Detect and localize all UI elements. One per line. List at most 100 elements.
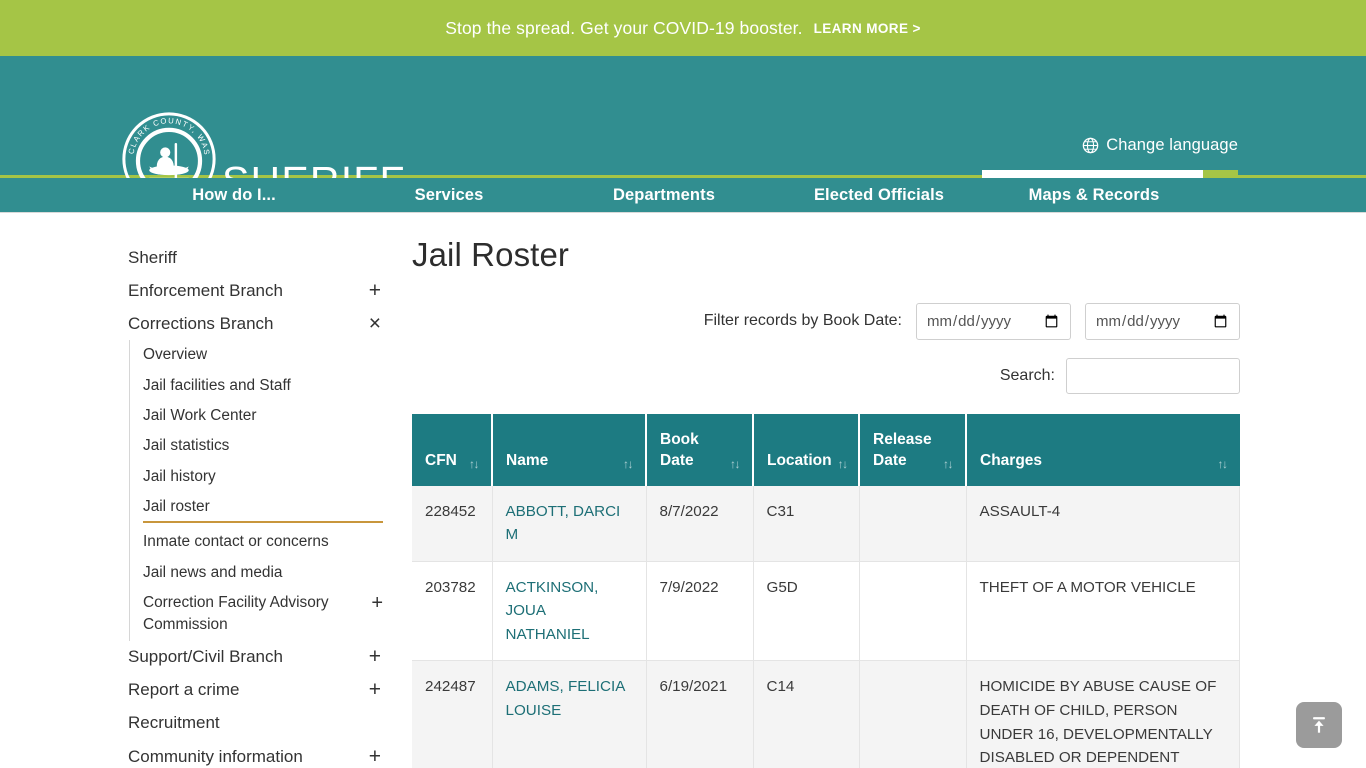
sidebar-item-support-civil-branch[interactable]: Support/Civil Branch + [128,641,381,674]
sidebar-item-label: Jail news and media [143,563,283,581]
sidebar-item-recruitment[interactable]: Recruitment [128,707,381,740]
table-row: 242487 ADAMS, FELICIA LOUISE 6/19/2021 C… [412,660,1240,768]
sidebar-item-corrections-branch[interactable]: Corrections Branch × [128,307,381,340]
column-header-cfn[interactable]: CFN ↑↓ [412,413,493,486]
jail-roster-table: CFN ↑↓ Name ↑↓ Book Date ↑↓ Location ↑↓ … [412,413,1240,768]
table-row: 203782 ACTKINSON, JOUA NATHANIEL 7/9/202… [412,561,1240,662]
cell-book-date: 7/9/2022 [646,561,754,662]
sidebar-item-correction-facility-advisory-commission[interactable]: Correction Facility Advisory Commission … [143,588,383,641]
column-header-charges[interactable]: Charges ↑↓ [966,413,1240,486]
sidebar-item-label: Inmate contact or concerns [143,533,329,551]
column-label: Release Date [873,431,932,469]
nav-item-maps-records[interactable]: Maps & Records [1029,186,1160,205]
cell-release-date [859,485,967,562]
sidebar-item-inmate-contact-or-concerns[interactable]: Inmate contact or concerns [143,527,383,557]
cell-location: C14 [753,660,860,768]
sort-icon: ↑↓ [623,456,634,471]
column-label: CFN [425,451,457,469]
main-content: Jail Roster Filter records by Book Date:… [410,213,1366,768]
table-search-input[interactable] [1066,357,1240,394]
cell-charges: ASSAULT-4 [966,485,1240,562]
sidebar-item-label: Community information [128,746,303,766]
site-header: CLARK COUNTY, WASHINGTON SHERIFF Change … [0,56,1366,207]
inmate-name-link[interactable]: ABBOTT, DARCI M [506,503,621,544]
book-date-from-input[interactable] [916,302,1071,340]
sidebar-item-report-a-crime[interactable]: Report a crime + [128,674,381,707]
cell-book-date: 8/7/2022 [646,485,754,562]
sidebar-item-enforcement-branch[interactable]: Enforcement Branch + [128,274,381,307]
book-date-filter-label: Filter records by Book Date: [703,312,902,330]
sidebar-item-label: Enforcement Branch [128,280,283,300]
sidebar-item-jail-history[interactable]: Jail history [143,462,383,492]
table-header: CFN ↑↓ Name ↑↓ Book Date ↑↓ Location ↑↓ … [412,413,1240,486]
column-header-release-date[interactable]: Release Date ↑↓ [859,413,967,486]
cell-name: ADAMS, FELICIA LOUISE [492,660,647,768]
column-label: Location [767,451,832,469]
sidebar-item-jail-facilities-and-staff[interactable]: Jail facilities and Staff [143,371,383,401]
book-date-filter: Filter records by Book Date: [412,302,1240,340]
sidebar-sublist-corrections: Overview Jail facilities and Staff Jail … [129,340,410,641]
table-row: 228452 ABBOTT, DARCI M 8/7/2022 C31 ASSA… [412,485,1240,562]
cell-book-date: 6/19/2021 [646,660,754,768]
sidebar-item-label: Report a crime [128,680,240,700]
alert-message: Stop the spread. Get your COVID-19 boost… [445,17,803,38]
inmate-name-link[interactable]: ADAMS, FELICIA LOUISE [506,678,625,719]
sort-icon: ↑↓ [943,456,954,471]
table-search-label: Search: [999,366,1055,384]
plus-icon[interactable]: + [369,746,381,767]
sidebar-item-label: Correction Facility Advisory Commission [143,594,329,634]
plus-icon[interactable]: + [369,679,381,700]
sidebar-item-jail-news-and-media[interactable]: Jail news and media [143,558,383,588]
change-language-link[interactable]: Change language [1082,136,1238,155]
column-label: Book Date [660,431,699,469]
sidebar-item-jail-work-center[interactable]: Jail Work Center [143,401,383,431]
plus-icon[interactable]: + [369,646,381,667]
nav-item-departments[interactable]: Departments [613,186,715,205]
inmate-name-link[interactable]: ACTKINSON, JOUA NATHANIEL [506,579,599,643]
nav-item-how-do-i[interactable]: How do I... [192,186,276,205]
sidebar-item-label: Jail facilities and Staff [143,376,291,394]
sidebar-item-label: Sheriff [128,247,177,267]
cell-cfn: 242487 [412,660,493,768]
cell-release-date [859,561,967,662]
book-date-to-input[interactable] [1085,302,1240,340]
table-search-row: Search: [412,357,1240,394]
sidebar-item-label: Recruitment [128,713,220,733]
cell-cfn: 228452 [412,485,493,562]
sort-icon: ↑↓ [469,456,480,471]
sidebar-item-label: Overview [143,346,208,364]
sidebar-item-overview[interactable]: Overview [143,340,383,370]
close-icon[interactable]: × [369,313,381,334]
nav-item-services[interactable]: Services [415,186,484,205]
sidebar-item-label: Jail roster [143,496,383,524]
column-header-name[interactable]: Name ↑↓ [492,413,647,486]
column-label: Name [506,451,549,469]
arrow-up-to-line-icon [1313,717,1325,733]
column-header-book-date[interactable]: Book Date ↑↓ [646,413,754,486]
column-label: Charges [980,451,1043,469]
sidebar-item-community-information[interactable]: Community information + [128,740,381,768]
covid-alert-banner: Stop the spread. Get your COVID-19 boost… [0,0,1366,56]
sort-icon: ↑↓ [730,456,741,471]
sidebar-item-jail-roster[interactable]: Jail roster [143,492,383,527]
nav-item-elected-officials[interactable]: Elected Officials [814,186,944,205]
column-header-location[interactable]: Location ↑↓ [753,413,860,486]
back-to-top-button[interactable] [1296,702,1342,748]
alert-learn-more-link[interactable]: LEARN MORE > [814,21,921,36]
sort-icon: ↑↓ [1217,456,1229,471]
cell-name: ACTKINSON, JOUA NATHANIEL [492,561,647,662]
cell-charges: THEFT OF A MOTOR VEHICLE [966,561,1240,662]
cell-charges: HOMICIDE BY ABUSE CAUSE OF DEATH OF CHIL… [966,660,1240,768]
plus-icon[interactable]: + [369,280,381,301]
cell-name: ABBOTT, DARCI M [492,485,647,562]
plus-icon[interactable]: + [371,593,383,613]
sidebar-item-label: Jail history [143,467,216,485]
cell-location: C31 [753,485,860,562]
sidebar-item-sheriff[interactable]: Sheriff [128,241,381,274]
cell-location: G5D [753,561,860,662]
main-navigation: How do I... Services Departments Elected… [0,178,1366,213]
globe-icon [1082,137,1099,154]
section-sidebar: Sheriff Enforcement Branch + Corrections… [0,213,410,768]
sidebar-item-jail-statistics[interactable]: Jail statistics [143,431,383,461]
page-title: Jail Roster [412,236,569,273]
